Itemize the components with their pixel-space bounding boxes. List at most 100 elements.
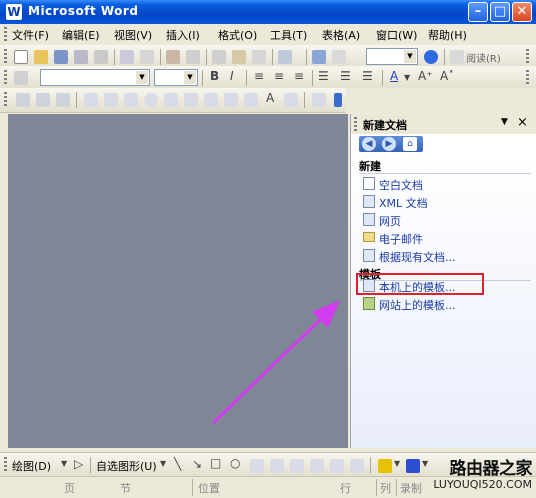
- menu-format[interactable]: 格式(O): [218, 27, 257, 43]
- vertical-textbox-icon[interactable]: [270, 459, 284, 473]
- rectangle-icon[interactable]: □: [210, 456, 221, 470]
- autoshapes-button[interactable]: 自选图形(U): [96, 458, 157, 474]
- picture-icon[interactable]: [350, 459, 364, 473]
- link-email[interactable]: 电子邮件: [379, 231, 423, 247]
- link-xml-doc[interactable]: XML 文档: [379, 195, 428, 211]
- image-control-icon[interactable]: [284, 93, 298, 107]
- menu-file[interactable]: 文件(F): [12, 27, 49, 43]
- button-control-icon[interactable]: [124, 93, 138, 107]
- scroll-control-icon[interactable]: [244, 93, 258, 107]
- read-mode-label[interactable]: 阅读(R): [466, 50, 501, 65]
- help-icon[interactable]: [424, 50, 438, 64]
- font-color-dropdown-icon[interactable]: ▼: [404, 73, 410, 82]
- menubar-grip[interactable]: [4, 27, 7, 42]
- spin-control-icon[interactable]: [224, 93, 238, 107]
- line-color-icon[interactable]: [406, 459, 420, 473]
- spellcheck-icon[interactable]: [140, 50, 154, 64]
- print-preview-icon[interactable]: [120, 50, 134, 64]
- toolbar-options-grip[interactable]: [526, 49, 529, 65]
- autoshapes-dropdown-icon[interactable]: ▼: [160, 459, 166, 468]
- new-doc-icon[interactable]: [14, 50, 28, 64]
- combobox-control-icon[interactable]: [184, 93, 198, 107]
- permission-icon[interactable]: [74, 50, 88, 64]
- diagram-icon[interactable]: [310, 459, 324, 473]
- link-blank-doc[interactable]: 空白文档: [379, 177, 423, 193]
- home-icon[interactable]: ⌂: [403, 137, 417, 151]
- radio-control-icon[interactable]: [144, 93, 158, 107]
- listbox-control-icon[interactable]: [164, 93, 178, 107]
- table-icon[interactable]: [332, 50, 346, 64]
- save-icon[interactable]: [54, 50, 68, 64]
- link-web-templates[interactable]: 网站上的模板...: [379, 297, 456, 313]
- align-center-icon[interactable]: ≡: [274, 69, 284, 83]
- textbox-icon[interactable]: [250, 459, 264, 473]
- more-controls-icon[interactable]: [312, 93, 326, 107]
- format-painter-icon[interactable]: [252, 50, 266, 64]
- checkbox-control-icon[interactable]: [84, 93, 98, 107]
- undo-icon[interactable]: [278, 50, 292, 64]
- menu-insert[interactable]: 插入(I): [166, 27, 200, 43]
- toggle-control-icon[interactable]: [204, 93, 218, 107]
- copy-icon[interactable]: [212, 50, 226, 64]
- document-area[interactable]: [8, 114, 348, 448]
- forward-icon[interactable]: ▶: [382, 137, 396, 151]
- toolbar-grip[interactable]: [4, 457, 7, 473]
- arrow-tool-icon[interactable]: ↘: [192, 457, 202, 471]
- indent-icon[interactable]: ☰: [362, 69, 373, 83]
- menu-window[interactable]: 窗口(W): [376, 27, 417, 43]
- menu-view[interactable]: 视图(V): [114, 27, 152, 43]
- toolbar-grip[interactable]: [4, 70, 7, 86]
- font-size-combo[interactable]: ▼: [154, 69, 198, 86]
- form-dropdown-icon[interactable]: [56, 93, 70, 107]
- read-mode-icon[interactable]: [450, 50, 464, 64]
- oval-icon[interactable]: ○: [230, 456, 240, 470]
- select-pointer-icon[interactable]: ▷: [74, 457, 83, 471]
- bold-button[interactable]: B: [210, 69, 219, 83]
- draw-menu-button[interactable]: 绘图(D): [12, 458, 51, 474]
- line-spacing-icon[interactable]: ☰: [318, 69, 329, 83]
- cut-icon[interactable]: [186, 50, 200, 64]
- shrink-font-icon[interactable]: A˟: [440, 69, 454, 83]
- minimize-button[interactable]: –: [468, 2, 488, 22]
- line-color-dropdown-icon[interactable]: ▼: [422, 459, 428, 468]
- align-right-icon[interactable]: ≡: [294, 69, 304, 83]
- link-web-page[interactable]: 网页: [379, 213, 401, 229]
- menu-edit[interactable]: 编辑(E): [62, 27, 100, 43]
- menu-help[interactable]: 帮助(H): [428, 27, 467, 43]
- back-icon[interactable]: ◀: [362, 137, 376, 151]
- label-control-icon[interactable]: A: [266, 91, 274, 105]
- close-button[interactable]: ✕: [512, 2, 532, 22]
- paste-icon[interactable]: [232, 50, 246, 64]
- toolbar-grip[interactable]: [4, 49, 7, 65]
- grow-font-icon[interactable]: A⁺: [418, 69, 433, 83]
- fill-color-dropdown-icon[interactable]: ▼: [394, 459, 400, 468]
- font-name-combo[interactable]: ▼: [40, 69, 150, 86]
- numbering-icon[interactable]: ☰: [340, 69, 351, 83]
- title-bar[interactable]: W Microsoft Word – □ ✕: [0, 0, 536, 24]
- font-color-icon[interactable]: A: [390, 69, 398, 83]
- task-pane-close-icon[interactable]: ×: [517, 115, 528, 130]
- form-check-icon[interactable]: [36, 93, 50, 107]
- form-text-icon[interactable]: [16, 93, 30, 107]
- line-icon[interactable]: ╲: [174, 457, 181, 471]
- fill-color-icon[interactable]: [378, 459, 392, 473]
- styles-icon[interactable]: [14, 71, 28, 85]
- toolbar-grip[interactable]: [4, 92, 7, 108]
- open-folder-icon[interactable]: [34, 50, 48, 64]
- menu-tools[interactable]: 工具(T): [270, 27, 307, 43]
- draw-dropdown-icon[interactable]: ▼: [61, 459, 67, 468]
- align-left-icon[interactable]: ≡: [254, 69, 264, 83]
- toolbar-options-icon[interactable]: [334, 93, 342, 107]
- textbox-control-icon[interactable]: [104, 93, 118, 107]
- wordart-icon[interactable]: [290, 459, 304, 473]
- zoom-combo[interactable]: ▼: [366, 48, 418, 65]
- hyperlink-icon[interactable]: [312, 50, 326, 64]
- toolbar-options-grip[interactable]: [526, 70, 529, 86]
- word-app-icon[interactable]: W: [6, 4, 22, 20]
- task-pane-dropdown-icon[interactable]: ▼: [501, 117, 508, 127]
- maximize-button[interactable]: □: [490, 2, 510, 22]
- italic-button[interactable]: I: [230, 69, 234, 83]
- clipart-icon[interactable]: [330, 459, 344, 473]
- status-record[interactable]: 录制: [400, 480, 422, 495]
- task-pane-grip[interactable]: [354, 117, 357, 131]
